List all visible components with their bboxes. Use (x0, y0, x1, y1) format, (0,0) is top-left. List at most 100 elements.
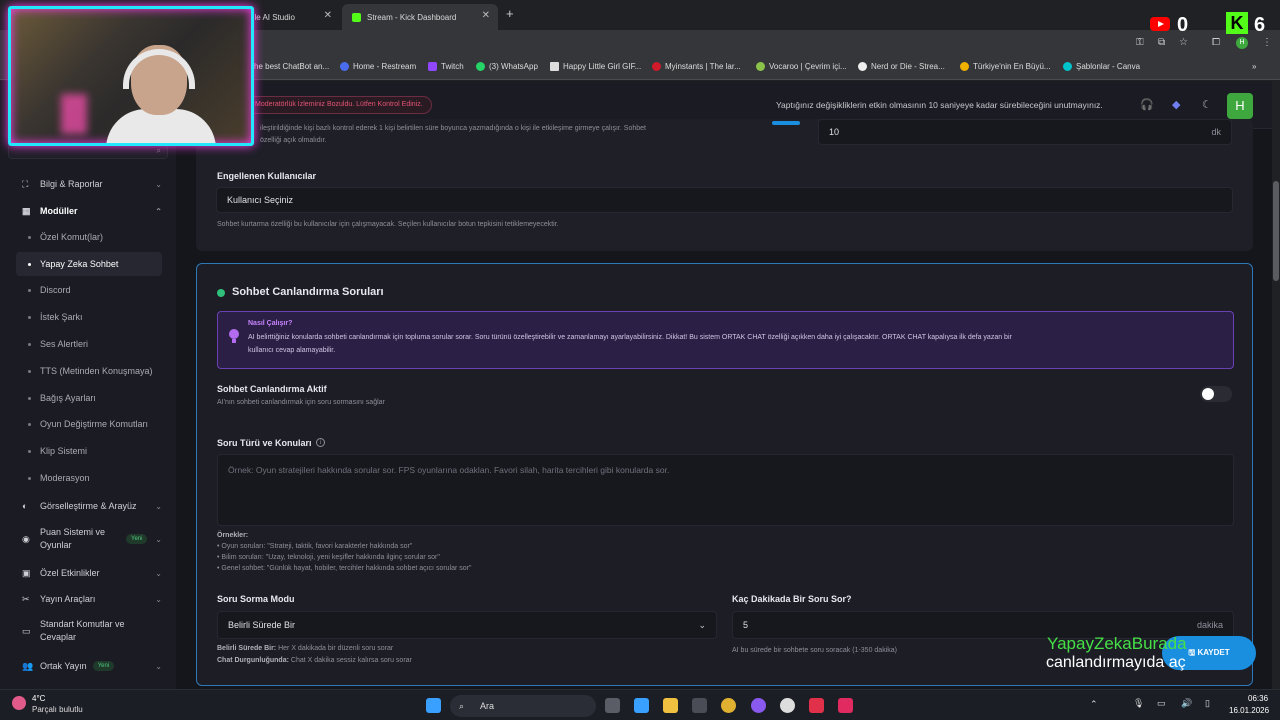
share-icon[interactable]: ⧉ (1158, 37, 1165, 48)
sidebar-item-visuals[interactable]: ◐ Görselleştirme & Arayüz ⌄ (16, 494, 162, 518)
clock-time[interactable]: 06:36 (1248, 694, 1268, 703)
menu-icon[interactable]: ⋮ (1262, 37, 1272, 48)
windows-start-icon[interactable] (426, 698, 441, 713)
network-icon[interactable]: ▭ (1157, 698, 1166, 709)
discord-icon[interactable]: ◆ (1172, 98, 1180, 111)
example-item: • Oyun soruları: "Strateji, taktik, favo… (217, 543, 413, 550)
bookmark-icon (340, 62, 349, 71)
bookmark-label: (3) WhatsApp (489, 62, 538, 71)
bookmark-label: Türkiye'nin En Büyü... (973, 62, 1051, 71)
blocked-users-placeholder: Kullanıcı Seçiniz (227, 195, 294, 205)
extensions-icon[interactable]: ⧠ (1212, 37, 1220, 48)
coin-icon: ◉ (22, 534, 30, 544)
sidebar-subitem[interactable]: Klip Sistemi (16, 439, 162, 463)
app-icon[interactable] (751, 698, 766, 713)
headset-icon[interactable]: 🎧 (1140, 98, 1154, 111)
sidebar-item-label: Özel Etkinlikler (40, 568, 100, 578)
sidebar-subitem[interactable]: Bağış Ayarları (16, 386, 162, 410)
app-icon[interactable] (780, 698, 795, 713)
bookmark[interactable]: Şablonlar - Canva (1063, 62, 1140, 71)
minutes-input[interactable]: 10 dk (818, 119, 1232, 145)
store-icon[interactable] (692, 698, 707, 713)
mode-help-title: Belirli Sürede Bir: (217, 645, 277, 652)
bullet-icon (28, 288, 31, 292)
sidebar-item-points[interactable]: ◉ Puan Sistemi ve Oyunlar Yeni ⌄ (16, 521, 162, 557)
sidebar-subitem[interactable]: Oyun Değiştirme Komutları (16, 412, 162, 436)
clock-date[interactable]: 16.01.2026 (1229, 706, 1269, 715)
more-bookmarks-icon[interactable]: » (1252, 62, 1256, 71)
bookmark[interactable]: (3) WhatsApp (476, 62, 538, 71)
kick-logo: K (1226, 12, 1248, 34)
rgb-light (61, 94, 87, 134)
sidebar-subitem[interactable]: Discord (16, 278, 162, 302)
sidebar-subitem[interactable]: Moderasyon (16, 466, 162, 490)
sidebar-item-label: Bağış Ayarları (40, 393, 96, 403)
mode-help-title: Chat Durgunluğunda: (217, 657, 289, 664)
user-avatar[interactable]: H (1227, 93, 1253, 119)
info-icon[interactable]: i (316, 438, 325, 447)
bookmark-label: Twitch (441, 62, 464, 71)
tiktok-icon[interactable] (838, 698, 853, 713)
bookmark[interactable]: he best ChatBot an... (254, 62, 329, 71)
bookmark[interactable]: Twitch (428, 62, 464, 71)
sidebar-subitem[interactable]: Özel Komut(lar) (16, 225, 162, 249)
task-view-icon[interactable] (605, 698, 620, 713)
tab-label: Stream - Kick Dashboard (367, 12, 457, 22)
chevron-up-icon[interactable]: ⌃ (1090, 699, 1098, 710)
moon-icon[interactable]: ☾ (1202, 98, 1212, 111)
star-icon[interactable]: ☆ (1179, 37, 1188, 48)
bookmark[interactable]: Home - Restream (340, 62, 416, 71)
bookmark[interactable]: Türkiye'nin En Büyü... (960, 62, 1051, 71)
bookmark[interactable]: Vocaroo | Çevrim içi... (756, 62, 847, 71)
close-icon[interactable]: ✕ (324, 10, 332, 21)
sidebar-subitem[interactable]: TTS (Metinden Konuşmaya) (16, 359, 162, 383)
sidebar-item-commands[interactable]: ▭ Standart Komutlar ve Cevaplar (16, 613, 162, 649)
taskbar-search[interactable]: ⌕ Ara (450, 695, 596, 717)
bookmark[interactable]: Nerd or Die - Strea... (858, 62, 945, 71)
sidebar-item-label: Ortak Yayın (40, 661, 87, 671)
topics-label: Soru Türü ve Konuları (217, 438, 312, 448)
volume-icon[interactable]: 🔊 (1181, 698, 1192, 709)
profile-avatar[interactable]: H (1236, 37, 1248, 49)
sidebar-subitem-active[interactable]: Yapay Zeka Sohbet (16, 252, 162, 276)
kick-icon (352, 12, 361, 22)
sidebar-item-tools[interactable]: ✂ Yayın Araçları ⌄ (16, 587, 162, 611)
example-item: • Bilim soruları: "Uzay, teknoloji, yeni… (217, 554, 440, 561)
revive-active-toggle[interactable] (1200, 386, 1232, 402)
key-icon[interactable]: ⚿ (1136, 37, 1144, 48)
file-explorer-icon[interactable] (663, 698, 678, 713)
toggle-on[interactable] (772, 121, 800, 125)
mic-icon[interactable]: 🎙 (1133, 698, 1144, 709)
chevron-down-icon: ⌄ (155, 501, 162, 511)
status-dot-icon (217, 289, 225, 297)
app-icon[interactable] (809, 698, 824, 713)
bookmark-label: Happy Little Girl GIF... (563, 62, 642, 71)
blocked-users-select[interactable]: Kullanıcı Seçiniz (216, 187, 1233, 213)
new-tab-button[interactable]: + (506, 6, 514, 21)
bookmark[interactable]: Myinstants | The lar... (652, 62, 741, 71)
sidebar-subitem[interactable]: İstek Şarkı (16, 305, 162, 329)
tab-ai-studio[interactable]: gle AI Studio ✕ (240, 4, 340, 30)
sidebar-item-costream[interactable]: 👥 Ortak Yayın Yeni ⌄ (16, 654, 162, 678)
windows-taskbar: 4°C Parçalı bulutlu ⌕ Ara ⌃ 🎙 ▭ 🔊 ▯ 06:3… (0, 689, 1280, 720)
battery-icon[interactable]: ▯ (1205, 698, 1210, 709)
scrollbar-thumb[interactable] (1273, 181, 1279, 281)
chrome-icon[interactable] (721, 698, 736, 713)
sidebar-item-events[interactable]: ▣ Özel Etkinlikler ⌄ (16, 561, 162, 585)
copilot-icon[interactable] (634, 698, 649, 713)
lightbulb-icon (229, 329, 239, 343)
topics-textarea[interactable]: Örnek: Oyun stratejileri hakkında sorula… (217, 454, 1234, 526)
sidebar-subitem[interactable]: Ses Alertleri (16, 332, 162, 356)
search-icon: ⌕ (156, 146, 161, 155)
close-icon[interactable]: ✕ (482, 10, 490, 21)
moderator-warning-badge[interactable]: Moderatörlük İzleminiz Bozuldu. Lütfen K… (246, 96, 432, 114)
mode-select[interactable]: Belirli Sürede Bir ⌄ (217, 611, 717, 639)
webcam-overlay (8, 6, 254, 146)
sidebar-item-modules[interactable]: ▦ Modüller ⌃ (16, 199, 162, 223)
sidebar-item-reports[interactable]: ⛶ Bilgi & Raporlar ⌄ (16, 172, 162, 196)
chevron-down-icon: ⌄ (155, 661, 162, 671)
tab-kick-dashboard[interactable]: Stream - Kick Dashboard ✕ (342, 4, 498, 30)
bookmark[interactable]: Happy Little Girl GIF... (550, 62, 641, 71)
chart-icon: ⛶ (22, 179, 29, 189)
page-scrollbar[interactable] (1272, 81, 1280, 689)
